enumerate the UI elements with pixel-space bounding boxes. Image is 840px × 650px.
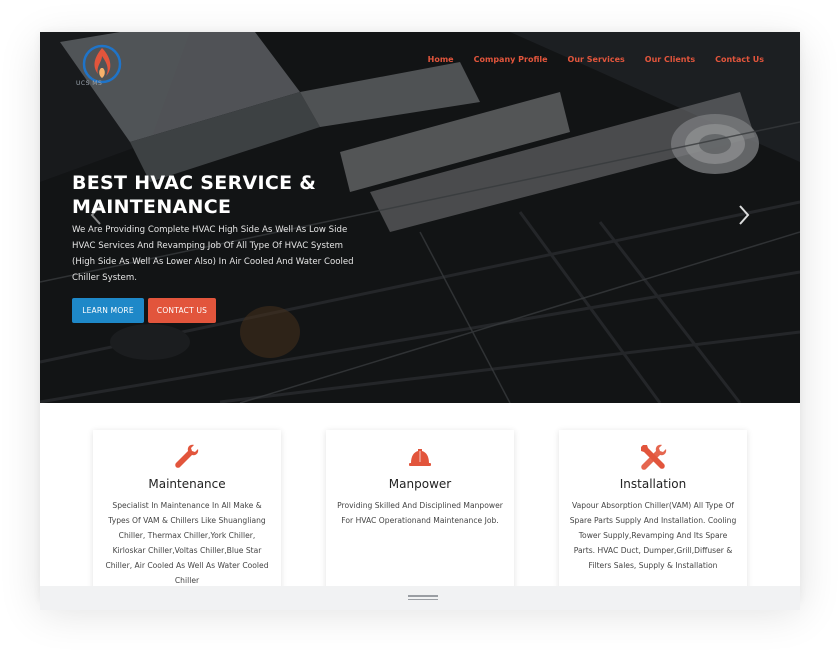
services-section: Maintenance Specialist In Maintenance In…	[40, 403, 800, 602]
logo-text: UCS MS	[76, 80, 103, 87]
nav-home[interactable]: Home	[428, 55, 454, 64]
service-description: Vapour Absorption Chiller(VAM) All Type …	[569, 501, 737, 570]
wrench-icon	[175, 444, 199, 468]
carousel-next-icon[interactable]	[738, 204, 750, 226]
nav-our-clients[interactable]: Our Clients	[645, 55, 695, 64]
learn-more-button[interactable]: LEARN MORE	[72, 298, 144, 323]
browser-frame: UCS MS Home Company Profile Our Services…	[40, 32, 800, 602]
nav-our-services[interactable]: Our Services	[568, 55, 625, 64]
scroll-footer-bar	[40, 586, 800, 610]
service-title: Maintenance	[148, 477, 226, 491]
main-nav: Home Company Profile Our Services Our Cl…	[428, 55, 764, 64]
service-card-installation: Installation Vapour Absorption Chiller(V…	[559, 430, 747, 602]
contact-us-button[interactable]: CONTACT US	[148, 298, 216, 323]
nav-contact-us[interactable]: Contact Us	[715, 55, 764, 64]
hero-section: UCS MS Home Company Profile Our Services…	[40, 32, 800, 403]
tools-icon	[641, 444, 667, 470]
service-description: Providing Skilled And Disciplined Manpow…	[337, 501, 503, 525]
service-description: Specialist In Maintenance In All Make & …	[105, 501, 269, 585]
service-title: Manpower	[388, 477, 452, 491]
hero-title: BEST HVAC SERVICE & MAINTENANCE	[72, 172, 317, 218]
hard-hat-icon	[409, 449, 431, 466]
nav-company-profile[interactable]: Company Profile	[474, 55, 548, 64]
service-card-maintenance: Maintenance Specialist In Maintenance In…	[93, 430, 281, 602]
service-card-manpower: Manpower Providing Skilled And Disciplin…	[326, 430, 514, 602]
service-title: Installation	[619, 477, 687, 491]
drag-handle-icon[interactable]	[408, 595, 438, 601]
hero-description: We Are Providing Complete HVAC High Side…	[72, 225, 354, 283]
